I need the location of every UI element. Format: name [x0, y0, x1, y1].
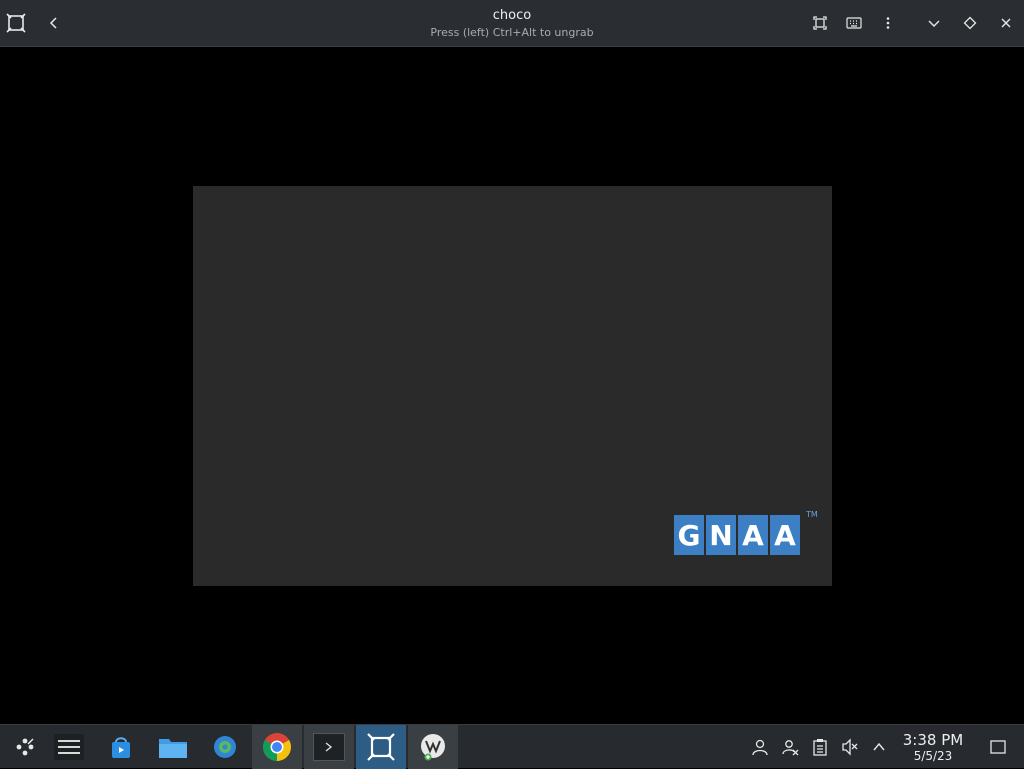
window-subtitle: Press (left) Ctrl+Alt to ungrab	[430, 26, 594, 39]
chrome-browser[interactable]	[252, 725, 302, 769]
chrome-icon	[263, 733, 291, 761]
back-icon[interactable]	[43, 12, 65, 34]
title-bar: choco Press (left) Ctrl+Alt to ungrab	[0, 0, 1024, 47]
clock-time: 3:38 PM	[902, 731, 964, 749]
virt-viewer-icon	[421, 734, 445, 761]
close-icon[interactable]	[995, 12, 1017, 34]
clock-date: 5/5/23	[913, 749, 953, 763]
show-desktop-icon[interactable]	[988, 737, 1008, 757]
network-icon[interactable]	[780, 737, 800, 757]
clipboard-icon[interactable]	[810, 737, 830, 757]
settings-app[interactable]	[44, 725, 94, 769]
file-manager[interactable]	[148, 725, 198, 769]
menu-icon[interactable]	[877, 12, 899, 34]
system-settings[interactable]	[200, 725, 250, 769]
launcher-icon	[16, 738, 34, 756]
taskbar: 3:38 PM 5/5/23	[0, 724, 1024, 769]
vm-display[interactable]	[0, 48, 1024, 724]
keyboard-icon[interactable]	[843, 12, 865, 34]
window-title: choco	[492, 8, 532, 23]
application-launcher[interactable]	[0, 725, 50, 769]
clock[interactable]: 3:38 PM 5/5/23	[896, 731, 970, 764]
vm-window-icon	[367, 733, 395, 761]
gear-globe-icon	[214, 736, 236, 758]
logo-letter: N	[706, 515, 736, 555]
terminal-icon	[313, 733, 345, 761]
sliders-icon	[54, 734, 84, 760]
image-logo: G N A A	[674, 515, 800, 555]
logo-letter: A	[738, 515, 768, 555]
terminal[interactable]	[304, 725, 354, 769]
logo-trademark: TM	[806, 510, 818, 519]
minimize-icon[interactable]	[923, 12, 945, 34]
logo-letter: G	[674, 515, 704, 555]
shopping-bag-icon	[112, 737, 130, 758]
vm-icon[interactable]	[5, 12, 27, 34]
user-icon[interactable]	[750, 737, 770, 757]
fullscreen-icon[interactable]	[809, 12, 831, 34]
virt-viewer[interactable]	[408, 725, 458, 769]
tray-expand-icon[interactable]	[869, 737, 889, 757]
folder-icon	[159, 739, 187, 758]
virtual-machine-manager[interactable]	[356, 725, 406, 769]
volume-muted-icon[interactable]	[840, 737, 860, 757]
maximize-icon[interactable]	[959, 12, 981, 34]
discover-store[interactable]	[96, 725, 146, 769]
logo-letter: A	[770, 515, 800, 555]
